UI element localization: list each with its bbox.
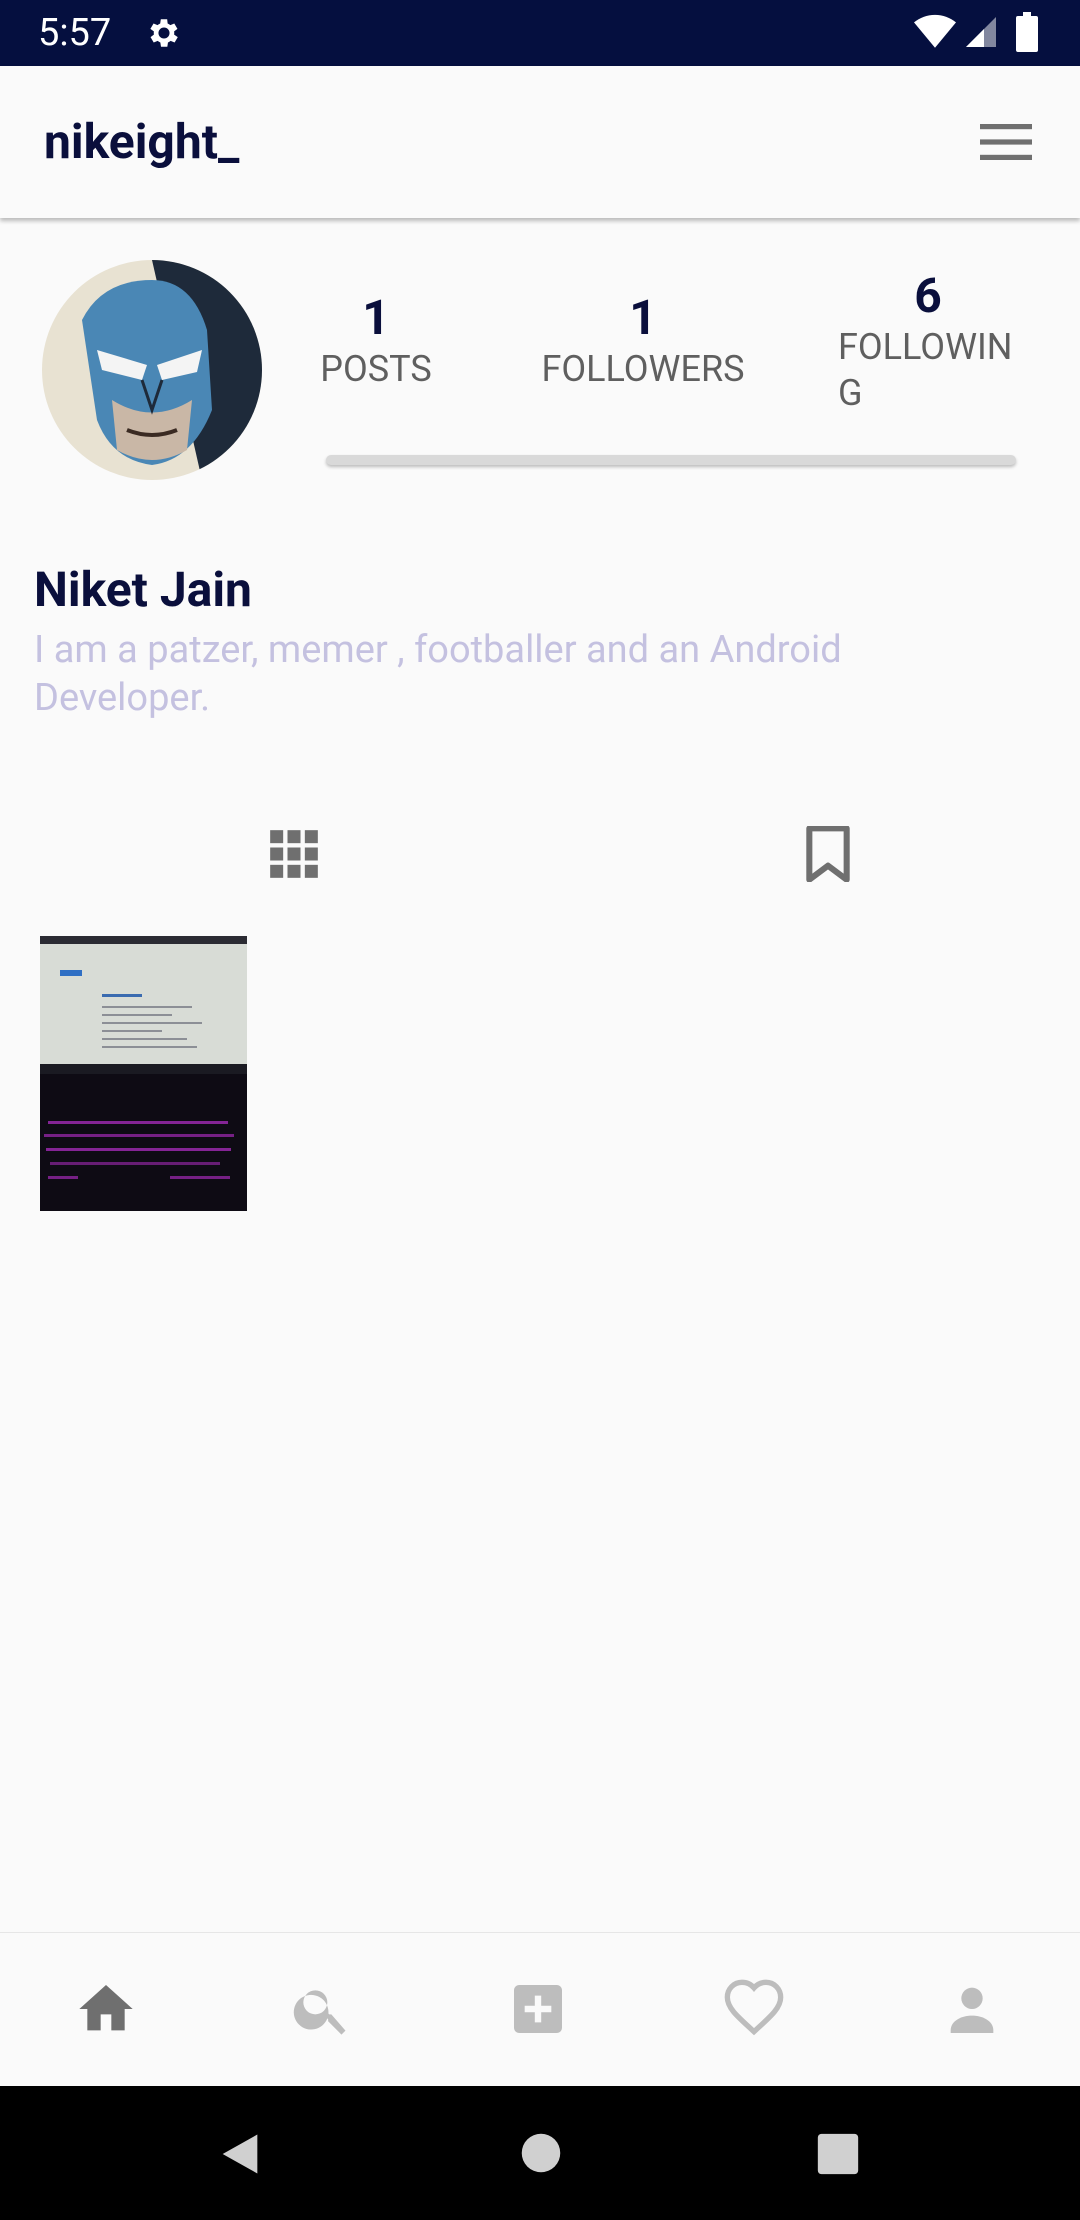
heart-icon[interactable] bbox=[722, 1977, 786, 2041]
followers-label: FOLLOWERS bbox=[541, 348, 745, 390]
status-bar: 5:57 bbox=[0, 0, 1080, 66]
following-label: FOLLOWING bbox=[838, 326, 1013, 414]
home-icon[interactable] bbox=[74, 1977, 138, 2041]
followers-count: 1 bbox=[629, 289, 657, 346]
cell-signal-icon bbox=[966, 17, 996, 47]
following-count: 6 bbox=[914, 267, 942, 324]
profile-full-name: Niket Jain bbox=[34, 561, 252, 618]
grid-icon[interactable] bbox=[268, 828, 320, 880]
recents-icon[interactable] bbox=[816, 2132, 860, 2176]
battery-icon bbox=[1016, 12, 1038, 52]
posts-label: POSTS bbox=[320, 348, 432, 390]
back-icon[interactable] bbox=[214, 2128, 266, 2180]
posts-count: 1 bbox=[362, 289, 390, 346]
post-thumbnail[interactable] bbox=[40, 936, 247, 1211]
posts-stat[interactable]: 1 POSTS bbox=[296, 290, 456, 392]
laptop-photo-image bbox=[40, 936, 247, 1211]
status-time: 5:57 bbox=[38, 11, 112, 55]
add-post-icon[interactable] bbox=[506, 1977, 570, 2041]
person-icon[interactable] bbox=[940, 1977, 1004, 2041]
following-stat[interactable]: 6 FOLLOWING bbox=[838, 268, 1018, 416]
profile-avatar[interactable] bbox=[42, 260, 262, 480]
home-circle-icon[interactable] bbox=[520, 2132, 562, 2174]
edit-profile-bar[interactable] bbox=[326, 455, 1016, 465]
system-navigation-bar bbox=[0, 2086, 1080, 2220]
profile-bio: I am a patzer, memer , footballer and an… bbox=[34, 628, 842, 720]
batman-avatar-image bbox=[42, 260, 262, 480]
app-bar: nikeight_ bbox=[0, 66, 1080, 218]
bookmark-icon[interactable] bbox=[804, 826, 852, 882]
bottom-navigation bbox=[0, 1932, 1080, 2087]
wifi-icon bbox=[914, 14, 956, 48]
settings-gear-icon bbox=[150, 19, 178, 47]
profile-username: nikeight_ bbox=[44, 113, 240, 170]
search-icon[interactable] bbox=[290, 1977, 354, 2041]
followers-stat[interactable]: 1 FOLLOWERS bbox=[520, 290, 766, 392]
menu-icon[interactable] bbox=[980, 122, 1032, 162]
